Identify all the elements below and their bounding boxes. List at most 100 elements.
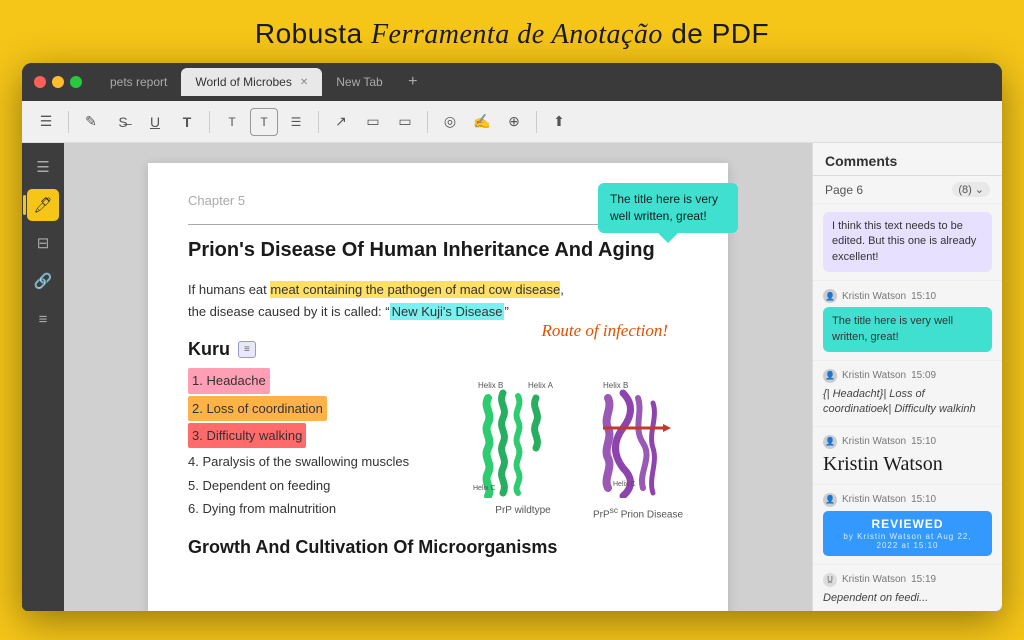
main-content: ☰ 🖊 ⊟ 🔗 ≡ The title here is very well wr… [22,143,1002,611]
toolbar-rotate-icon[interactable]: ◎ [436,108,464,136]
page-indicator: Page 6 (8) ⌄ [813,176,1002,204]
callout-annotation[interactable]: The title here is very well written, gre… [598,183,738,233]
toolbar-rect-icon[interactable]: ▭ [359,108,387,136]
toolbar-text-box-icon[interactable]: T [250,108,278,136]
toolbar-pencil-icon[interactable]: ✎ [77,108,105,136]
tab-new-tab[interactable]: New Tab [322,68,396,96]
kuru-icon: ≡ [238,341,256,358]
comment-text-3: {| Headacht}| Loss of coordinatioek| Dif… [823,387,992,418]
toolbar-strikethrough-icon[interactable]: S̶ [109,108,137,136]
tab-pets-report[interactable]: pets report [96,68,181,96]
sidebar-item-layers[interactable]: ≡ [27,303,59,335]
reviewed-badge: REVIEWED by Kristin Watson at Aug 22, 20… [823,511,992,556]
avatar-4: 👤 [823,435,837,449]
list-item-4: 4. Paralysis of the swallowing muscles [188,450,468,473]
comment-item-3: 👤 Kristin Watson 15:09 {| Headacht}| Los… [813,361,1002,427]
comment-item-4: 👤 Kristin Watson 15:10 Kristin Watson [813,427,1002,485]
comment-author-3: 👤 Kristin Watson 15:09 [823,369,992,383]
comments-header: Comments [813,143,1002,176]
toolbar-separator-2 [209,111,210,133]
comment-item-5: 👤 Kristin Watson 15:10 REVIEWED by Krist… [813,485,1002,565]
avatar-2: 👤 [823,289,837,303]
list-item-6: 6. Dying from malnutrition [188,497,468,520]
app-window: pets report World of Microbes ✕ New Tab … [22,63,1002,611]
list-item-5: 5. Dependent on feeding [188,474,468,497]
sidebar-item-attachments[interactable]: 🔗 [27,265,59,297]
highlight-mad-cow: meat containing the pathogen of mad cow … [270,281,560,298]
traffic-lights [34,76,82,88]
document-page: The title here is very well written, gre… [148,163,728,611]
toolbar-arrow-icon[interactable]: ↗ [327,108,355,136]
prion-svg: Helix B Helix C [588,378,688,498]
sidebar-item-pages[interactable]: ☰ [27,151,59,183]
svg-text:Helix C: Helix C [473,485,496,492]
comment-author-6: U̲ Kristin Watson 15:19 [823,573,992,587]
tab-world-of-microbes[interactable]: World of Microbes ✕ [181,68,322,96]
signature-text: Kristin Watson [823,453,992,476]
comment-bubble-1: I think this text needs to be edited. Bu… [823,212,992,272]
titlebar: pets report World of Microbes ✕ New Tab … [22,63,1002,101]
prp-wildtype: Helix B Helix A Helix C PrP wildtype [468,378,578,520]
route-annotation: Route of infection! [541,321,668,341]
comment-text-6: Dependent on feedi... [823,591,992,606]
maximize-button[interactable] [70,76,82,88]
toolbar-separator-5 [536,111,537,133]
svg-text:Helix B: Helix B [603,381,628,390]
protein-illustration: Helix B Helix A Helix C PrP wildtype [468,378,688,520]
comment-item-6: U̲ Kristin Watson 15:19 Dependent on fee… [813,565,1002,611]
comment-author-5: 👤 Kristin Watson 15:10 [823,493,992,507]
list-item-1: 1. Headache [188,368,270,393]
avatar-5: 👤 [823,493,837,507]
svg-text:Helix C: Helix C [613,481,636,488]
document-area[interactable]: The title here is very well written, gre… [64,143,812,611]
list-item-2: 2. Loss of coordination [188,396,327,421]
sidebar-item-bookmarks[interactable]: ⊟ [27,227,59,259]
toolbar-separator [68,111,69,133]
toolbar-layout-icon[interactable]: ☰ [32,108,60,136]
symptom-list: 1. Headache 2. Loss of coordination 3. D… [188,368,468,520]
toolbar-signature-icon[interactable]: ✍ [468,108,496,136]
comment-bubble-2: The title here is very well written, gre… [823,307,992,352]
wildtype-label: PrP wildtype [468,505,578,516]
comment-author-4: 👤 Kristin Watson 15:10 [823,435,992,449]
avatar-3: 👤 [823,369,837,383]
comment-item-1: I think this text needs to be edited. Bu… [813,204,1002,281]
svg-text:Helix B: Helix B [478,381,503,390]
lists-section: 1. Headache 2. Loss of coordination 3. D… [188,368,688,520]
prp-prion: Helix B Helix C PrP [588,378,688,520]
top-heading: Robusta Ferramenta de Anotação de PDF [0,0,1024,63]
toolbar-typewriter-icon[interactable]: T [218,108,246,136]
new-tab-button[interactable]: + [401,70,425,94]
toolbar-text-icon[interactable]: T [173,108,201,136]
section-kuru-title: Kuru ≡ [188,339,688,360]
left-sidebar: ☰ 🖊 ⊟ 🔗 ≡ [22,143,64,611]
svg-text:Helix A: Helix A [528,381,554,390]
toolbar-stamp-icon[interactable]: ⊕ [500,108,528,136]
highlight-kuji: New Kuji's Disease [390,303,505,320]
minimize-button[interactable] [52,76,64,88]
comment-count-badge[interactable]: (8) ⌄ [952,182,990,197]
comment-item-2: 👤 Kristin Watson 15:10 The title here is… [813,281,1002,361]
sidebar-item-annotations[interactable]: 🖊 [27,189,59,221]
comments-list[interactable]: I think this text needs to be edited. Bu… [813,204,1002,611]
toolbar-separator-4 [427,111,428,133]
close-button[interactable] [34,76,46,88]
close-tab-icon[interactable]: ✕ [300,77,308,88]
toolbar-underline-icon[interactable]: U [141,108,169,136]
heading-prefix: Robusta [255,18,371,49]
toolbar-callout-icon[interactable]: ☰ [282,108,310,136]
toolbar-shape-icon[interactable]: ▭ [391,108,419,136]
heading-suffix: de PDF [663,18,769,49]
toolbar: ☰ ✎ S̶ U T T T ☰ ↗ ▭ ▭ ◎ ✍ ⊕ ⬆ [22,101,1002,143]
comment-author-2: 👤 Kristin Watson 15:10 [823,289,992,303]
comments-panel: Comments Page 6 (8) ⌄ I think this text … [812,143,1002,611]
toolbar-redact-icon[interactable]: ⬆ [545,108,573,136]
wildtype-svg: Helix B Helix A Helix C [468,378,578,498]
bottom-title: Growth And Cultivation Of Microorganisms [188,537,688,558]
document-body: If humans eat meat containing the pathog… [188,279,688,323]
heading-italic: Ferramenta de Anotação [371,19,663,50]
toolbar-separator-3 [318,111,319,133]
list-item-3: 3. Difficulty walking [188,423,306,448]
document-title: Prion's Disease Of Human Inheritance And… [188,237,688,263]
tab-bar: pets report World of Microbes ✕ New Tab … [96,68,990,96]
